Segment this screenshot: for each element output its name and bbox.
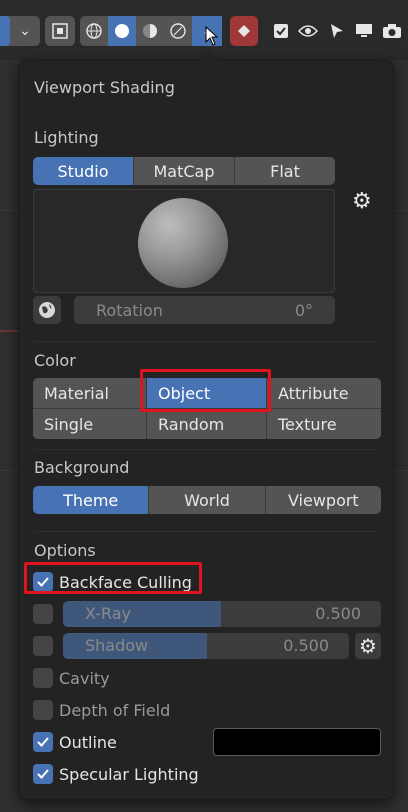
color-single[interactable]: Single	[33, 409, 146, 439]
camera-icon[interactable]	[380, 16, 404, 46]
background-viewport[interactable]: Viewport	[265, 486, 381, 514]
gizmo-toggle-button[interactable]	[230, 16, 258, 46]
shadow-slider[interactable]: Shadow 0.500	[63, 633, 349, 659]
outline-label: Outline	[59, 732, 117, 752]
shadow-checkbox[interactable]	[33, 636, 53, 656]
dof-checkbox[interactable]	[33, 700, 53, 720]
outline-row[interactable]: Outline	[33, 731, 117, 753]
divider	[34, 449, 378, 450]
lighting-matcap[interactable]: MatCap	[134, 157, 235, 185]
studio-light-preview[interactable]	[33, 189, 335, 293]
lighting-label: Lighting	[34, 128, 99, 147]
popover-title: Viewport Shading	[34, 78, 175, 97]
background-selector: Theme World Viewport	[33, 486, 381, 514]
wireframe-shading-button[interactable]	[80, 16, 108, 46]
xray-checkbox[interactable]	[33, 604, 53, 624]
eye-icon[interactable]	[296, 16, 320, 46]
options-label: Options	[34, 541, 96, 560]
shadow-label: Shadow	[85, 636, 149, 655]
chevron-down-icon: ⌄	[19, 23, 31, 39]
xray-slider[interactable]: X-Ray 0.500	[63, 601, 381, 627]
divider	[34, 341, 378, 342]
snap-icon	[45, 16, 75, 46]
cavity-label: Cavity	[59, 668, 110, 688]
checkbox-icon[interactable]	[270, 16, 292, 46]
xray-label: X-Ray	[85, 604, 131, 623]
world-space-lighting-toggle[interactable]	[33, 296, 61, 324]
popover-arrow	[199, 51, 219, 61]
rendered-shading-button[interactable]	[164, 16, 192, 46]
dof-label: Depth of Field	[59, 700, 171, 720]
mouse-cursor-icon	[205, 26, 219, 46]
divider	[34, 531, 378, 532]
cavity-row[interactable]: Cavity	[33, 667, 110, 689]
color-label: Color	[34, 351, 76, 370]
checkmark-icon	[37, 769, 49, 779]
lighting-flat[interactable]: Flat	[235, 157, 335, 185]
shading-mode-group: ⌄	[80, 16, 222, 46]
backface-highlight-box	[24, 562, 202, 594]
specular-row[interactable]: Specular Lighting	[33, 763, 199, 785]
shadow-value: 0.500	[283, 636, 329, 655]
xray-value: 0.500	[315, 604, 361, 623]
checkmark-icon	[37, 737, 49, 747]
monitor-icon[interactable]	[352, 16, 376, 46]
background-world[interactable]: World	[149, 486, 266, 514]
color-texture[interactable]: Texture	[267, 409, 381, 439]
rotation-label: Rotation	[96, 300, 163, 320]
viewport-shading-popover: Viewport Shading Lighting Studio MatCap …	[18, 51, 394, 800]
rotation-value: 0°	[294, 300, 313, 320]
globe-icon	[39, 302, 55, 318]
mode-icon	[0, 16, 10, 46]
material-preview-button[interactable]	[136, 16, 164, 46]
specular-label: Specular Lighting	[59, 764, 199, 784]
color-material[interactable]: Material	[33, 378, 146, 408]
background-label: Background	[34, 458, 130, 477]
object-highlight-box	[140, 369, 271, 412]
dof-row[interactable]: Depth of Field	[33, 699, 170, 721]
gear-icon[interactable]: ⚙	[352, 189, 372, 214]
outline-color-field[interactable]	[213, 728, 381, 756]
color-attribute[interactable]: Attribute	[267, 378, 381, 408]
snapping-button[interactable]	[45, 16, 75, 46]
studio-sphere-preview	[138, 198, 228, 288]
background-theme[interactable]: Theme	[33, 486, 150, 514]
gear-icon[interactable]: ⚙	[355, 633, 381, 659]
lighting-studio[interactable]: Studio	[33, 157, 134, 185]
cavity-checkbox[interactable]	[33, 668, 53, 688]
color-random[interactable]: Random	[147, 409, 266, 439]
specular-checkbox[interactable]	[33, 764, 53, 784]
lighting-selector: Studio MatCap Flat	[33, 157, 335, 185]
solid-shading-button[interactable]	[108, 16, 136, 46]
mode-dropdown[interactable]: ⌄	[0, 16, 40, 46]
outline-checkbox[interactable]	[33, 732, 53, 752]
rotation-field[interactable]: Rotation 0°	[74, 296, 335, 324]
xray-row	[33, 603, 59, 625]
diamond-icon	[230, 16, 258, 46]
select-cursor-icon[interactable]	[326, 16, 348, 46]
shadow-row	[33, 635, 59, 657]
